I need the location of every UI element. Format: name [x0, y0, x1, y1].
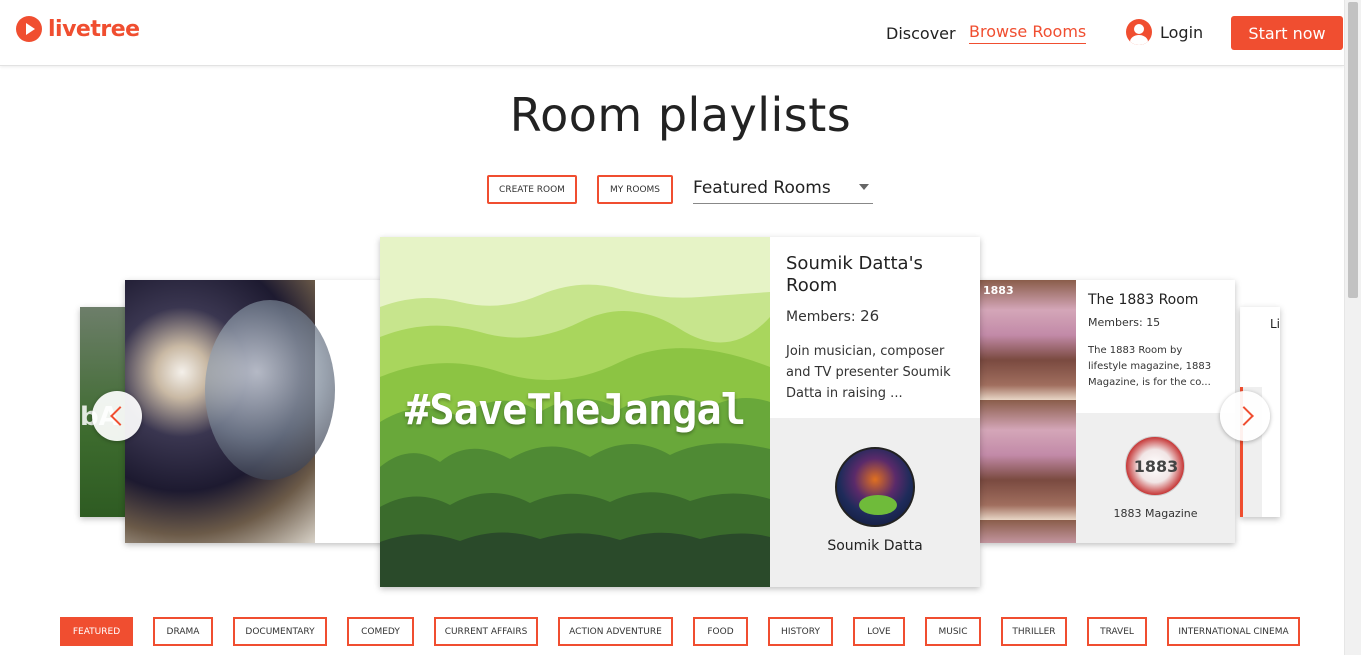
category-travel[interactable]: TRAVEL	[1087, 617, 1147, 646]
nav-discover: Discover	[886, 0, 956, 66]
magazine-avatar: 1883	[1125, 436, 1185, 496]
center-room-info: Soumik Datta's Room Members: 26 Join mus…	[770, 237, 980, 418]
room-filter-value: Featured Rooms	[693, 177, 831, 198]
category-action-adventure[interactable]: ACTION ADVENTURE	[558, 617, 673, 646]
room-filter-select[interactable]: Featured Rooms	[693, 172, 873, 204]
nav-browse-rooms: Browse Rooms	[969, 0, 1087, 66]
carousel-next-button[interactable]	[1220, 391, 1270, 441]
category-documentary[interactable]: DOCUMENTARY	[233, 617, 327, 646]
room-card-center[interactable]: #SaveTheJangal Soumik Datta's Room Membe…	[380, 237, 980, 587]
logo[interactable]: livetree	[16, 16, 140, 42]
magazine-label: 1883	[983, 284, 1014, 297]
login-label: Login	[1160, 22, 1204, 42]
save-the-jangal-image: #SaveTheJangal	[380, 237, 770, 587]
center-room-owner[interactable]: Soumik Datta	[770, 418, 980, 587]
center-room-members: Members: 26	[786, 307, 964, 325]
category-current-affairs[interactable]: CURRENT AFFAIRS	[434, 617, 538, 646]
jungle-image-text: #SaveTheJangal	[404, 385, 746, 434]
caret-down-icon	[859, 184, 869, 190]
my-rooms-button[interactable]: MY ROOMS	[597, 175, 673, 204]
center-room-description: Join musician, composer and TV presenter…	[786, 344, 951, 401]
room-card-right[interactable]: 1883 The 1883 Room Members: 15 The 1883 …	[980, 280, 1235, 543]
page: livetree Discover Browse Rooms Login Sta…	[0, 0, 1361, 655]
category-love[interactable]: LOVE	[853, 617, 905, 646]
right-room-members: Members: 15	[1088, 316, 1223, 329]
members-count: 15	[1146, 316, 1161, 329]
category-history[interactable]: HISTORY	[768, 617, 833, 646]
center-room-title[interactable]: Soumik Datta's Room	[786, 253, 964, 297]
start-now-button[interactable]: Start now	[1231, 16, 1343, 50]
owner-name: Soumik Datta	[827, 538, 923, 554]
room-card-left[interactable]	[125, 280, 415, 543]
astronaut-image	[125, 280, 335, 543]
guitar-graphic	[859, 495, 897, 515]
right-room-owner[interactable]: 1883 1883 Magazine	[1076, 413, 1235, 543]
category-international-cinema[interactable]: INTERNATIONAL CINEMA	[1167, 617, 1300, 646]
category-music[interactable]: MUSIC	[925, 617, 981, 646]
far-right-partial-title: Li	[1270, 317, 1280, 331]
category-food[interactable]: FOOD	[693, 617, 748, 646]
members-label: Members:	[1088, 316, 1143, 329]
magazine-avatar-text: 1883	[1133, 457, 1179, 476]
owner-avatar	[835, 447, 915, 527]
scrollbar-thumb[interactable]	[1348, 2, 1358, 298]
carousel-prev-button[interactable]	[92, 391, 142, 441]
nav-discover-link[interactable]: Discover	[886, 24, 956, 43]
category-drama[interactable]: DRAMA	[153, 617, 213, 646]
create-room-button[interactable]: CREATE ROOM	[487, 175, 577, 204]
right-room-description: The 1883 Room by lifestyle magazine, 188…	[1088, 345, 1212, 388]
members-label: Members:	[786, 309, 856, 325]
right-room-title[interactable]: The 1883 Room	[1088, 292, 1223, 308]
logo-text: livetree	[48, 16, 140, 42]
members-count: 26	[860, 307, 880, 325]
category-comedy[interactable]: COMEDY	[347, 617, 414, 646]
user-icon	[1126, 19, 1152, 45]
magazine-image: 1883	[980, 280, 1076, 543]
category-featured[interactable]: FEATURED	[60, 617, 133, 646]
nav-browse-rooms-link[interactable]: Browse Rooms	[969, 22, 1087, 44]
right-owner-name: 1883 Magazine	[1113, 507, 1198, 520]
login-link[interactable]: Login	[1126, 19, 1203, 45]
astronaut-visor	[205, 300, 335, 480]
right-room-info: The 1883 Room Members: 15 The 1883 Room …	[1076, 280, 1235, 413]
top-header: livetree Discover Browse Rooms Login Sta…	[0, 0, 1344, 66]
category-thriller[interactable]: THRILLER	[1001, 617, 1067, 646]
page-title: Room playlists	[509, 88, 852, 142]
play-logo-icon	[16, 16, 42, 42]
